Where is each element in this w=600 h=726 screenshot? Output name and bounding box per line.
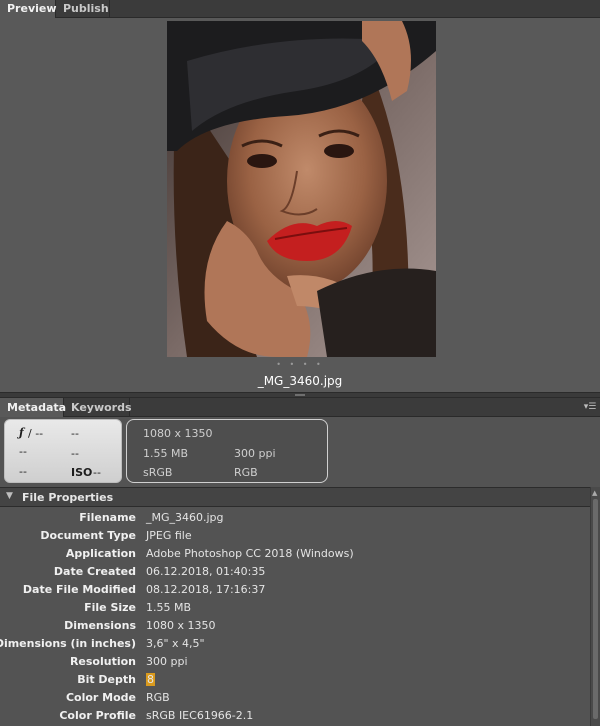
property-label: Document Type	[40, 529, 136, 542]
summary-color-mode: RGB	[234, 466, 258, 479]
property-value[interactable]: JPEG file	[146, 529, 192, 542]
file-properties-header[interactable]: ▼ File Properties	[0, 487, 590, 507]
property-label: Color Profile	[59, 709, 136, 722]
property-label: Date Created	[53, 565, 136, 578]
preview-panel: • • • • _MG_3460.jpg	[0, 18, 600, 392]
property-value[interactable]: 3,6" x 4,5"	[146, 637, 205, 650]
property-row: Document Type JPEG file	[0, 527, 590, 545]
property-value[interactable]: 1080 x 1350	[146, 619, 216, 632]
property-label: Dimensions (in inches)	[0, 637, 136, 650]
summary-color-profile: sRGB	[143, 466, 173, 479]
property-row: Resolution 300 ppi	[0, 653, 590, 671]
preview-filename: _MG_3460.jpg	[257, 374, 343, 388]
property-row: Color Profile sRGB IEC61966-2.1	[0, 707, 590, 725]
tab-preview[interactable]: Preview	[0, 0, 57, 18]
metadata-placard: ƒ / -- -- -- -- -- ISO -- 1080 x 1350 1.…	[0, 417, 600, 487]
property-label: Color Mode	[65, 691, 136, 704]
scroll-thumb[interactable]	[593, 499, 598, 719]
iso-value: --	[93, 466, 101, 479]
panel-menu-icon[interactable]: ▾☰	[583, 400, 597, 414]
property-value[interactable]: 300 ppi	[146, 655, 188, 668]
property-row: Filename _MG_3460.jpg	[0, 509, 590, 527]
property-label: Resolution	[69, 655, 136, 668]
file-properties-list: Filename _MG_3460.jpg Document Type JPEG f…	[0, 507, 590, 726]
summary-size: 1.55 MB	[143, 447, 189, 460]
property-value[interactable]: RGB	[146, 691, 170, 704]
pager-dots[interactable]: • • • •	[0, 360, 600, 369]
property-label: Bit Depth	[77, 673, 136, 686]
property-value[interactable]: 08.12.2018, 17:16:37	[146, 583, 265, 596]
metadata-tabbar: Metadata Keywords ▾☰	[0, 398, 600, 417]
exposure-comp-value: --	[19, 445, 27, 458]
camera-data-box: ƒ / -- -- -- -- -- ISO --	[4, 419, 122, 483]
metering-value: --	[19, 465, 27, 478]
aperture-icon: ƒ	[19, 426, 24, 439]
property-row: Application Adobe Photoshop CC 2018 (Wind…	[0, 545, 590, 563]
property-row: Bit Depth 8	[0, 671, 590, 689]
property-value[interactable]: 06.12.2018, 01:40:35	[146, 565, 265, 578]
property-value-highlighted[interactable]: 8	[146, 673, 155, 686]
preview-image[interactable]	[167, 21, 436, 357]
property-label: Date File Modified	[22, 583, 136, 596]
summary-resolution: 300 ppi	[234, 447, 276, 460]
iso-label: ISO	[71, 466, 93, 479]
shutter-value: --	[71, 427, 79, 440]
disclosure-triangle-icon[interactable]: ▼	[6, 491, 13, 501]
property-label: File Size	[84, 601, 136, 614]
property-value[interactable]: _MG_3460.jpg	[146, 511, 224, 524]
property-row: Color Mode RGB	[0, 689, 590, 707]
white-balance-value: --	[71, 447, 79, 460]
summary-dimensions: 1080 x 1350	[143, 427, 213, 440]
property-label: Dimensions	[64, 619, 136, 632]
property-label: Application	[65, 547, 136, 560]
property-row: Date File Modified 08.12.2018, 17:16:37	[0, 581, 590, 599]
section-title: File Properties	[22, 491, 114, 504]
property-value[interactable]: Adobe Photoshop CC 2018 (Windows)	[146, 547, 354, 560]
grip-icon	[295, 394, 305, 396]
property-row: File Size 1.55 MB	[0, 599, 590, 617]
property-row: Dimensions (in inches) 3,6" x 4,5"	[0, 635, 590, 653]
aperture-value: / --	[28, 427, 44, 440]
tab-metadata[interactable]: Metadata	[0, 398, 66, 417]
file-summary-box: 1080 x 1350 1.55 MB 300 ppi sRGB RGB	[126, 419, 328, 483]
property-value[interactable]: sRGB IEC61966-2.1	[146, 709, 253, 722]
property-value[interactable]: 1.55 MB	[146, 601, 191, 614]
vertical-scrollbar[interactable]: ▲	[590, 487, 600, 726]
property-label: Filename	[79, 511, 136, 524]
scroll-up-icon[interactable]: ▲	[592, 489, 597, 497]
tab-keywords[interactable]: Keywords	[64, 398, 132, 417]
property-row: Date Created 06.12.2018, 01:40:35	[0, 563, 590, 581]
portrait-photo	[167, 21, 436, 357]
tab-publish[interactable]: Publish	[56, 0, 110, 18]
property-row: Dimensions 1080 x 1350	[0, 617, 590, 635]
preview-tabbar: Preview Publish	[0, 0, 600, 18]
